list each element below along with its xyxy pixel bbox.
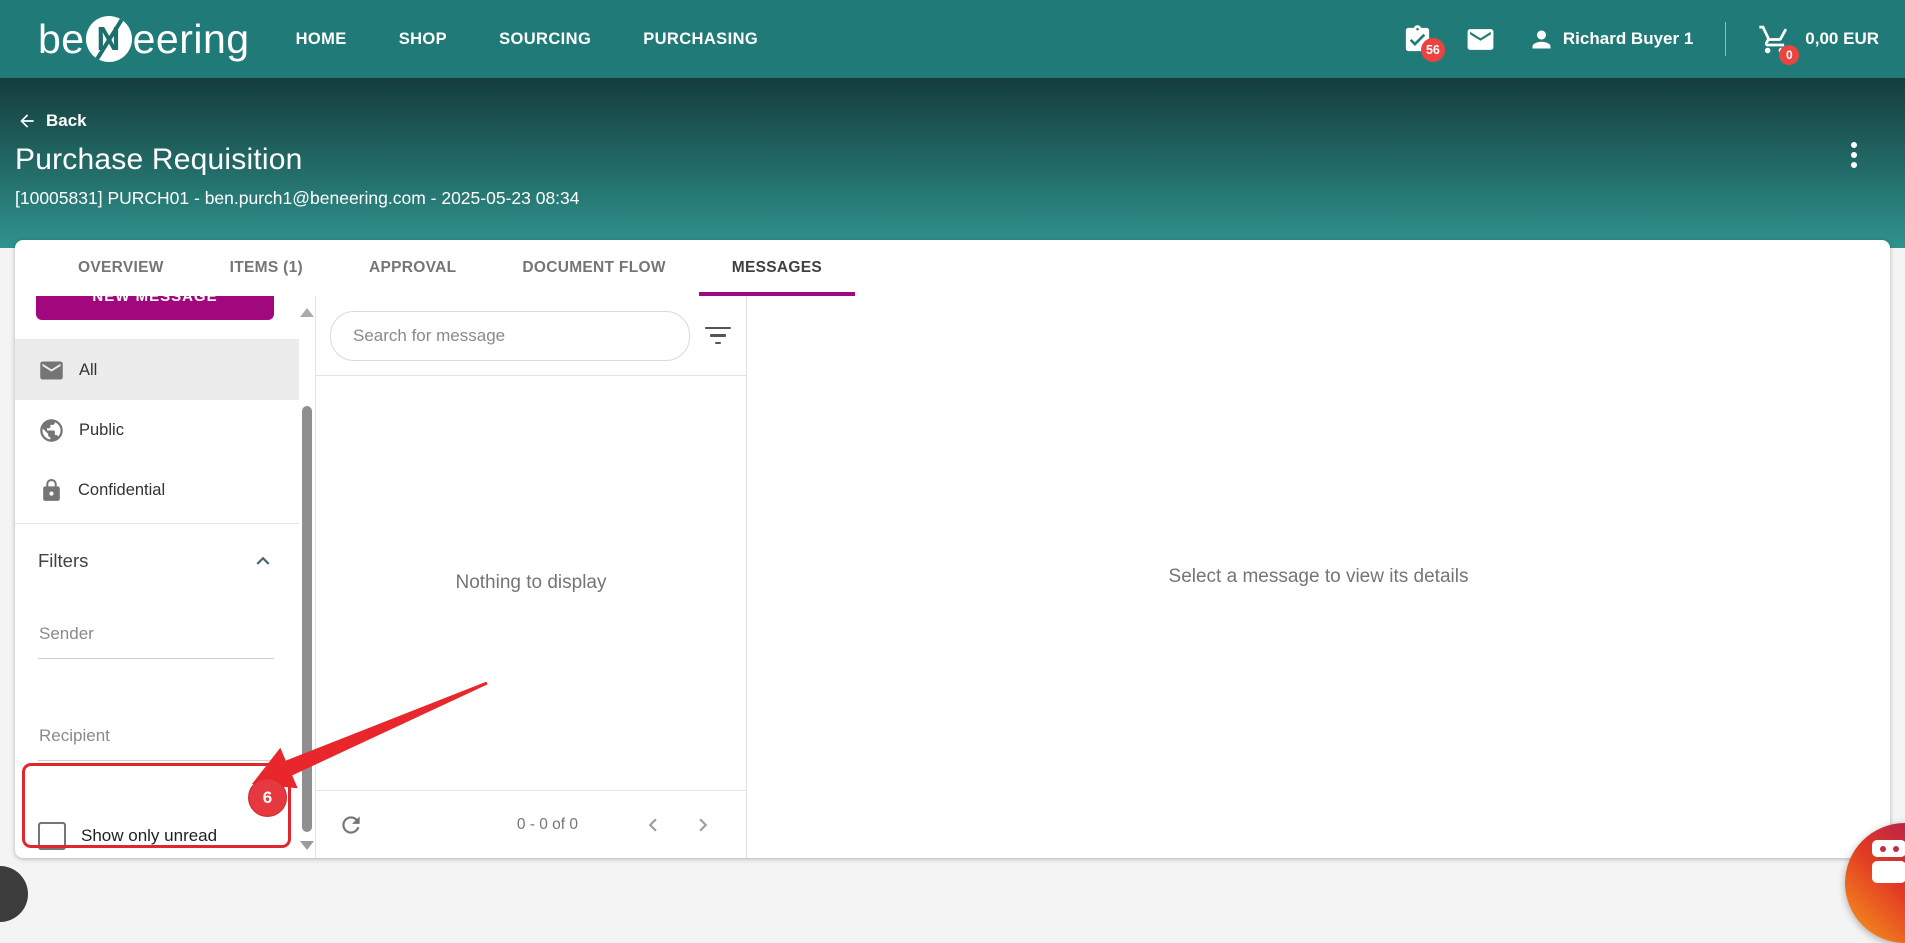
nav-home[interactable]: HOME <box>296 30 347 49</box>
header-actions: 56 Richard Buyer 1 0 0,00 EUR <box>1402 22 1879 56</box>
filter-list-icon[interactable] <box>704 324 732 348</box>
mail-icon <box>38 357 65 384</box>
folder-all[interactable]: All <box>15 340 299 400</box>
chevron-right-icon <box>690 812 716 838</box>
page-banner: Back Purchase Requisition [10005831] PUR… <box>0 78 1905 248</box>
tab-approval[interactable]: APPROVAL <box>336 240 489 296</box>
annotation-step-badge: 6 <box>248 778 287 817</box>
lock-icon <box>39 478 64 503</box>
folder-label: Confidential <box>78 481 165 500</box>
refresh-icon <box>338 812 364 838</box>
filters-header[interactable]: Filters <box>15 548 299 574</box>
user-icon <box>1528 26 1555 53</box>
scrollbar-thumb[interactable] <box>302 406 312 832</box>
pagination-range: 0 - 0 of 0 <box>517 816 578 834</box>
message-search-input[interactable] <box>330 311 690 361</box>
sidebar-scrollbar <box>299 296 315 858</box>
folder-public[interactable]: Public <box>15 400 299 460</box>
header-divider <box>1725 22 1726 56</box>
unread-checkbox[interactable] <box>38 822 66 850</box>
logo-n-icon: N <box>86 16 132 62</box>
messages-content: NEW MESSAGE All Public Confidential Filt… <box>15 296 1890 858</box>
chevron-left-icon <box>640 812 666 838</box>
purchase-requisition-page: { "header": { "logo_pre": "be", "logo_n"… <box>0 0 1905 878</box>
tab-items[interactable]: ITEMS (1) <box>197 240 336 296</box>
chevron-up-icon[interactable] <box>250 548 276 574</box>
logo-text-post: eering <box>133 16 250 63</box>
mail-icon <box>1465 24 1496 55</box>
tab-bar: OVERVIEW ITEMS (1) APPROVAL DOCUMENT FLO… <box>15 240 1890 296</box>
filters-title: Filters <box>38 550 88 572</box>
main-panel: OVERVIEW ITEMS (1) APPROVAL DOCUMENT FLO… <box>15 240 1890 858</box>
cart-button[interactable]: 0 0,00 EUR <box>1758 23 1879 56</box>
filters-divider <box>15 523 299 524</box>
app-header: be N eering HOME SHOP SOURCING PURCHASIN… <box>0 0 1905 78</box>
detail-empty-text: Select a message to view its details <box>1169 566 1469 588</box>
back-button[interactable]: Back <box>17 111 107 131</box>
new-message-button[interactable]: NEW MESSAGE <box>36 296 274 320</box>
back-arrow-icon <box>17 111 37 131</box>
folder-label: Public <box>79 421 124 440</box>
sender-filter-input[interactable] <box>38 616 274 659</box>
cart-total: 0,00 EUR <box>1805 29 1879 49</box>
previous-page-button[interactable] <box>640 812 666 838</box>
message-list-panel: Nothing to display 0 - 0 of 0 <box>315 296 747 858</box>
next-page-button[interactable] <box>690 812 716 838</box>
messages-sidebar: NEW MESSAGE All Public Confidential Filt… <box>15 296 315 858</box>
robot-icon <box>1872 840 1905 883</box>
folder-confidential[interactable]: Confidential <box>15 460 299 520</box>
page-title: Purchase Requisition <box>15 143 1905 177</box>
main-nav: HOME SHOP SOURCING PURCHASING <box>296 30 759 49</box>
tab-messages[interactable]: MESSAGES <box>699 240 855 296</box>
refresh-button[interactable] <box>338 812 364 838</box>
nav-shop[interactable]: SHOP <box>399 30 447 49</box>
tasks-count-badge: 56 <box>1421 38 1445 62</box>
pagination-bar: 0 - 0 of 0 <box>316 790 746 858</box>
corner-widget-button[interactable] <box>0 866 28 922</box>
recipient-filter-input[interactable] <box>38 718 274 761</box>
globe-icon <box>38 417 65 444</box>
show-only-unread-row[interactable]: Show only unread <box>38 816 299 856</box>
messages-button[interactable] <box>1465 24 1496 55</box>
beneering-logo[interactable]: be N eering <box>38 16 250 63</box>
message-list-empty-text: Nothing to display <box>316 376 746 790</box>
tasks-button[interactable]: 56 <box>1402 24 1433 55</box>
unread-label: Show only unread <box>81 826 217 846</box>
tab-document-flow[interactable]: DOCUMENT FLOW <box>489 240 698 296</box>
page-subtitle: [10005831] PURCH01 - ben.purch1@beneerin… <box>15 188 1905 209</box>
message-detail-panel: Select a message to view its details <box>747 296 1890 858</box>
scroll-up-icon[interactable] <box>300 308 314 317</box>
scroll-down-icon[interactable] <box>300 841 314 850</box>
logo-text-pre: be <box>38 16 85 63</box>
more-options-button[interactable] <box>1847 138 1861 172</box>
message-search-row <box>316 296 746 376</box>
cart-count-badge: 0 <box>1779 45 1799 65</box>
nav-purchasing[interactable]: PURCHASING <box>643 30 758 49</box>
user-name: Richard Buyer 1 <box>1563 29 1693 49</box>
user-menu[interactable]: Richard Buyer 1 <box>1528 26 1693 53</box>
back-label: Back <box>46 111 87 131</box>
tab-overview[interactable]: OVERVIEW <box>45 240 197 296</box>
nav-sourcing[interactable]: SOURCING <box>499 30 591 49</box>
folder-label: All <box>79 361 97 380</box>
